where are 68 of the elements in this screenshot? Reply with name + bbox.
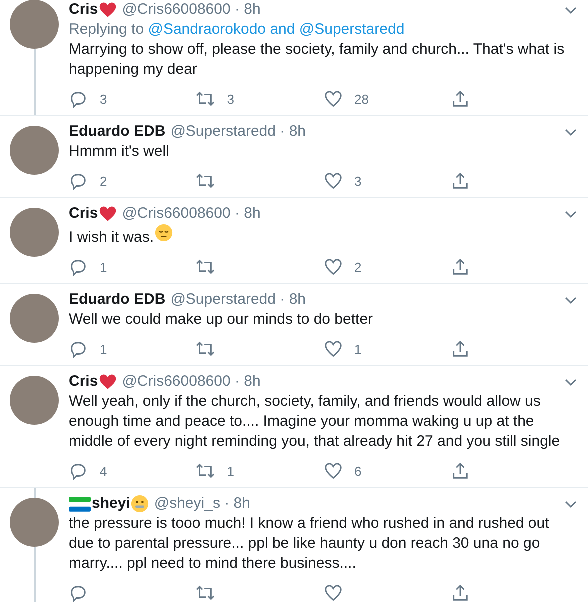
retweet-icon (196, 584, 216, 602)
user-name[interactable]: Cris (69, 0, 98, 20)
tweet-text: I wish it was. (69, 229, 154, 246)
retweet-icon (196, 340, 216, 358)
handle-time: @Cris66008600 · 8h (122, 372, 261, 392)
handle-time: @Cris66008600 · 8h (122, 204, 261, 224)
retweet-button[interactable]: 1 (196, 462, 324, 480)
tweet-text: Hmmm it's well (69, 143, 170, 160)
heart-icon (324, 584, 342, 602)
avatar-photo-placeholder[interactable] (10, 376, 59, 425)
like-button[interactable]: 1 (324, 340, 451, 358)
handle-time: @sheyi_s · 8h (154, 494, 250, 514)
zipper-face-icon (131, 495, 150, 513)
avatar-photo-placeholder[interactable] (10, 208, 59, 257)
avatar-photo-placeholder[interactable] (10, 0, 59, 49)
handle-time: @Superstaredd · 8h (170, 122, 306, 142)
retweet-button[interactable]: 3 (196, 90, 324, 108)
reply-button[interactable]: 1 (69, 340, 196, 358)
heart-icon (324, 462, 342, 480)
heart-icon (99, 1, 118, 19)
heart-icon (324, 90, 342, 108)
heart-icon (99, 205, 118, 223)
share-icon (450, 584, 470, 602)
like-button[interactable]: 6 (324, 462, 451, 480)
handle-time: @Cris66008600 · 8h (122, 0, 261, 20)
reply-icon (69, 584, 88, 602)
tweet-text: Marrying to show off, please the society, family and church... That's what is happening my dear (69, 41, 565, 78)
like-button[interactable]: 2 (324, 258, 451, 276)
reply-icon (69, 340, 88, 358)
reply-icon (69, 90, 88, 108)
avatar-photo-placeholder[interactable] (10, 126, 59, 175)
user-name[interactable]: Eduardo EDB (69, 290, 166, 310)
tweet-text: Well yeah, only if the church, society, family, and friends would allow us enough time and peace to.... Imagine your momma waking u up at the middle of every night reminding you, that already hit 27 and you still single (69, 393, 560, 450)
reply-icon (69, 258, 88, 276)
heart-icon (324, 172, 342, 190)
share-icon (450, 172, 470, 190)
reply-icon (69, 462, 88, 480)
share-icon (450, 258, 470, 276)
reply-button[interactable]: 3 (69, 90, 196, 108)
user-name[interactable]: sheyi (92, 494, 130, 514)
retweet-icon (196, 462, 216, 480)
reply-button[interactable]: 2 (69, 172, 196, 190)
tweet-text: Well we could make up our minds to do better (69, 311, 374, 328)
user-name[interactable]: Eduardo EDB (69, 122, 166, 142)
like-button[interactable]: 28 (324, 90, 451, 108)
user-name[interactable]: Cris (69, 204, 98, 224)
tweet-text: the pressure is tooo much! I know a friend who rushed in and rushed out due to parental pressure... ppl be like haunty u don reach 30 una no go marry.... ppl need to mind there business.... (69, 515, 550, 572)
heart-icon (324, 340, 342, 358)
reply-button[interactable]: 4 (69, 462, 196, 480)
retweet-icon (196, 172, 216, 190)
pensive-face-icon (155, 224, 174, 242)
share-icon (450, 340, 470, 358)
retweet-icon (196, 258, 216, 276)
avatar-photo-placeholder[interactable] (10, 498, 59, 547)
share-icon (450, 462, 470, 480)
like-button[interactable]: 3 (324, 172, 451, 190)
user-name[interactable]: Cris (69, 372, 98, 392)
share-icon (450, 90, 470, 108)
mention-link[interactable]: @Sandraorokodo and @Superstaredd (148, 21, 405, 38)
reply-button[interactable]: 1 (69, 258, 196, 276)
handle-time: @Superstaredd · 8h (170, 290, 306, 310)
replying-label: Replying to (69, 21, 144, 38)
flag-icon (69, 496, 91, 512)
heart-icon (99, 373, 118, 391)
reply-icon (69, 172, 88, 190)
retweet-icon (196, 90, 216, 108)
avatar-photo-placeholder[interactable] (10, 294, 59, 343)
heart-icon (324, 258, 342, 276)
